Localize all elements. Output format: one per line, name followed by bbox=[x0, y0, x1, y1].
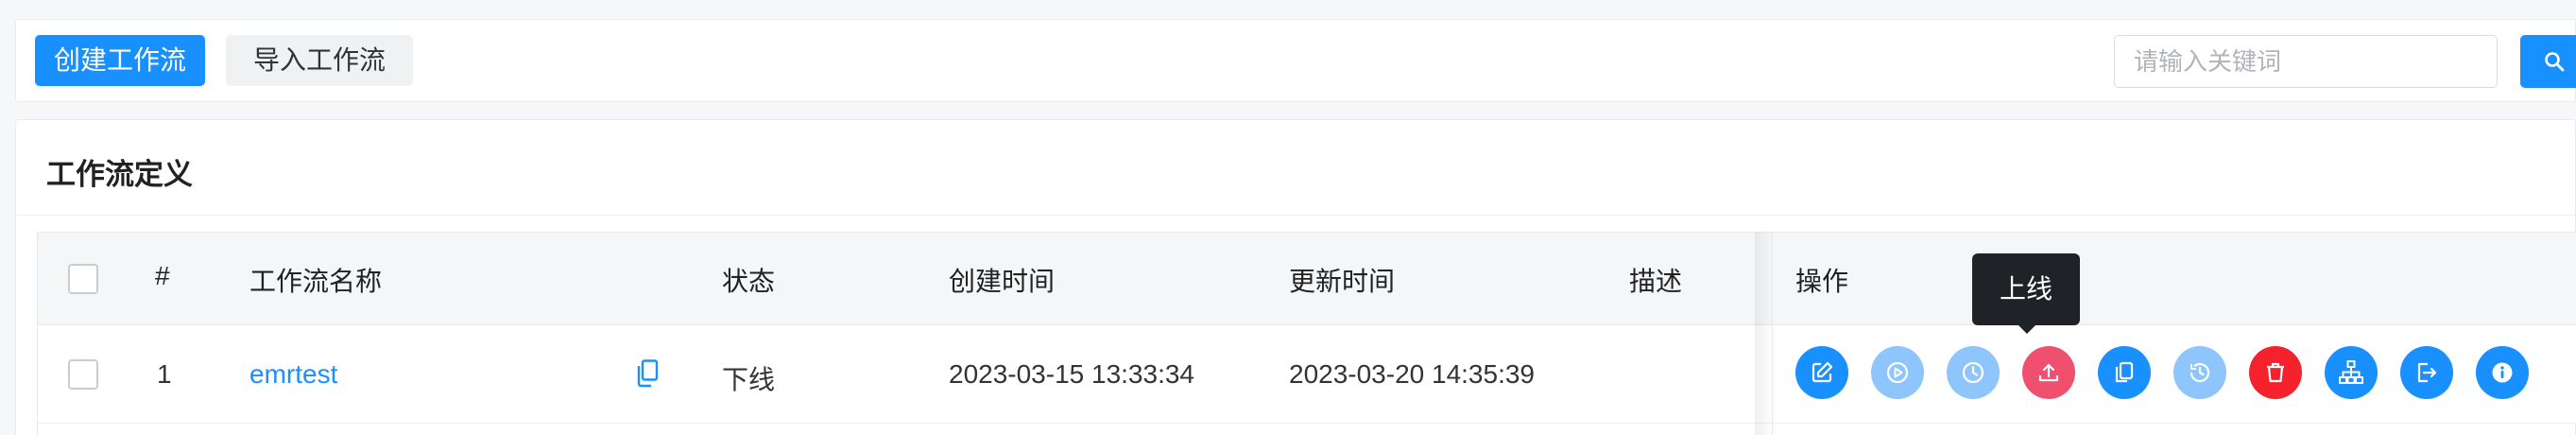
row-status: 下线 bbox=[722, 365, 776, 394]
select-all-checkbox[interactable] bbox=[68, 264, 98, 294]
row-index: 1 bbox=[157, 359, 172, 389]
row-updated-time: 2023-03-20 14:35:39 bbox=[1289, 359, 1535, 389]
divider bbox=[16, 215, 2575, 216]
play-icon bbox=[1886, 361, 1909, 384]
tree-view-button[interactable] bbox=[2325, 346, 2378, 399]
toolbar: 创建工作流 导入工作流 bbox=[15, 19, 2576, 102]
upload-icon bbox=[2038, 363, 2059, 382]
workflow-definition-card: 工作流定义 # 工作流名称 状态 创建时间 更新时间 描述 1 emrtest … bbox=[15, 119, 2576, 435]
export-button[interactable] bbox=[2400, 346, 2453, 399]
edit-button[interactable] bbox=[1795, 346, 1848, 399]
header-status: 状态 bbox=[722, 267, 776, 296]
search-input[interactable] bbox=[2114, 35, 2498, 88]
header-description: 描述 bbox=[1629, 267, 1683, 296]
delete-button[interactable] bbox=[2249, 346, 2302, 399]
copy-icon bbox=[637, 359, 659, 388]
tooltip-arrow bbox=[2018, 325, 2035, 334]
row-checkbox[interactable] bbox=[68, 359, 98, 390]
row-created-time: 2023-03-15 13:33:34 bbox=[949, 359, 1194, 389]
ops-column-shadow bbox=[1755, 233, 1774, 435]
run-button[interactable] bbox=[1871, 346, 1924, 399]
header-operations: 操作 bbox=[1795, 267, 1849, 296]
ops-row bbox=[1773, 325, 2576, 424]
card-title: 工作流定义 bbox=[46, 158, 193, 191]
create-workflow-button[interactable]: 创建工作流 bbox=[35, 35, 205, 86]
import-workflow-button[interactable]: 导入工作流 bbox=[226, 35, 413, 86]
edit-icon bbox=[1812, 361, 1833, 383]
online-tooltip: 上线 bbox=[1972, 253, 2080, 325]
clock-icon bbox=[1962, 361, 1984, 384]
history-icon bbox=[2190, 362, 2210, 383]
header-name: 工作流名称 bbox=[249, 267, 383, 296]
header-index: # bbox=[155, 261, 170, 290]
trash-icon bbox=[2267, 362, 2284, 383]
header-updated-time: 更新时间 bbox=[1289, 267, 1396, 296]
online-button[interactable] bbox=[2022, 346, 2075, 399]
export-icon bbox=[2417, 362, 2437, 383]
copy-name-button[interactable] bbox=[635, 359, 660, 388]
timing-button[interactable] bbox=[1947, 346, 2000, 399]
search-icon bbox=[2545, 52, 2565, 72]
operations-column: 操作 bbox=[1772, 233, 2576, 435]
copy-workflow-button[interactable] bbox=[2098, 346, 2151, 399]
info-icon bbox=[2492, 362, 2513, 383]
search-button[interactable] bbox=[2520, 35, 2576, 88]
header-created-time: 创建时间 bbox=[949, 267, 1056, 296]
workflow-table: # 工作流名称 状态 创建时间 更新时间 描述 1 emrtest 下线 202… bbox=[37, 232, 2576, 435]
info-button[interactable] bbox=[2476, 346, 2529, 399]
ops-header: 操作 bbox=[1773, 233, 2576, 325]
workflow-name-link[interactable]: emrtest bbox=[249, 359, 337, 390]
copy-icon bbox=[2115, 361, 2134, 383]
version-button[interactable] bbox=[2173, 346, 2226, 399]
sitemap-icon bbox=[2339, 360, 2363, 384]
